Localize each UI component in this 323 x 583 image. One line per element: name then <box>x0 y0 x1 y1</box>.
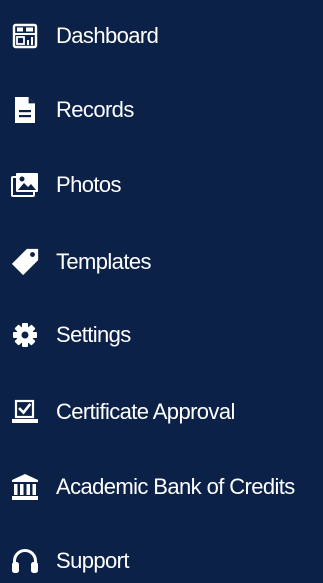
tag-icon <box>10 247 40 277</box>
sidebar-nav: Dashboard Records Photos Templates Setti… <box>0 0 323 580</box>
sidebar-item-dashboard[interactable]: Dashboard <box>0 14 323 58</box>
sidebar-item-photos[interactable]: Photos <box>0 163 323 207</box>
sidebar-item-label: Academic Bank of Credits <box>56 474 295 499</box>
approval-checkbox-icon <box>10 397 40 427</box>
sidebar-item-label: Templates <box>56 249 151 274</box>
sidebar-item-academic-bank-of-credits[interactable]: Academic Bank of Credits <box>0 465 323 509</box>
sidebar-item-records[interactable]: Records <box>0 88 323 132</box>
sidebar-item-support[interactable]: Support <box>0 539 323 583</box>
bank-icon <box>10 472 40 502</box>
gear-icon <box>10 320 40 350</box>
sidebar-item-templates[interactable]: Templates <box>0 240 323 284</box>
sidebar-item-settings[interactable]: Settings <box>0 313 323 357</box>
document-icon <box>10 95 40 125</box>
sidebar-item-label: Support <box>56 548 129 573</box>
image-icon <box>10 170 40 200</box>
sidebar-item-label: Settings <box>56 322 131 347</box>
sidebar-item-label: Dashboard <box>56 23 159 48</box>
sidebar-item-label: Certificate Approval <box>56 399 235 424</box>
sidebar-item-label: Photos <box>56 172 122 197</box>
headset-icon <box>10 546 40 576</box>
sidebar-item-certificate-approval[interactable]: Certificate Approval <box>0 390 323 434</box>
dashboard-icon <box>10 21 40 51</box>
sidebar-item-label: Records <box>56 97 134 122</box>
